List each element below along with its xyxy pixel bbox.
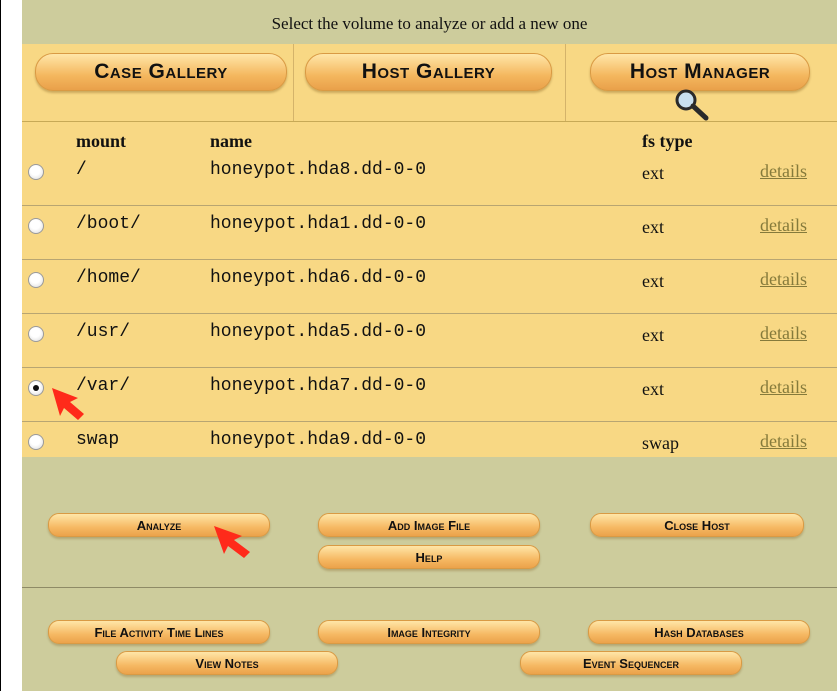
volume-name: honeypot.hda1.dd-0-0 xyxy=(210,214,427,234)
magnifier-icon[interactable] xyxy=(672,88,712,122)
close-host-button[interactable]: Close Host xyxy=(590,513,804,537)
volume-name: honeypot.hda6.dd-0-0 xyxy=(210,268,427,288)
volume-name: honeypot.hda7.dd-0-0 xyxy=(210,376,427,396)
volume-details-link[interactable]: details xyxy=(760,215,807,236)
row-divider xyxy=(22,367,837,368)
volume-radio[interactable] xyxy=(28,164,44,180)
volume-fs-type: ext xyxy=(642,379,664,399)
column-header-fs-type: fs type xyxy=(642,131,693,151)
host-manager-button[interactable]: Host Manager xyxy=(590,53,810,91)
volume-fs-type: ext xyxy=(642,217,664,237)
row-divider xyxy=(22,313,837,314)
host-gallery-button[interactable]: Host Gallery xyxy=(305,53,552,91)
column-header-mount: mount xyxy=(76,131,127,151)
volume-fs-type: ext xyxy=(642,271,664,291)
volume-details-link[interactable]: details xyxy=(760,269,807,290)
column-header-name: name xyxy=(210,131,252,151)
volume-name: honeypot.hda9.dd-0-0 xyxy=(210,430,427,450)
volume-details-link[interactable]: details xyxy=(760,323,807,344)
section-divider xyxy=(22,587,837,588)
volume-mount: swap xyxy=(76,430,120,450)
event-sequencer-button[interactable]: Event Sequencer xyxy=(520,651,742,675)
volume-table xyxy=(22,122,837,457)
volume-radio[interactable] xyxy=(28,434,44,450)
volume-fs-type: ext xyxy=(642,325,664,345)
volume-radio[interactable] xyxy=(28,272,44,288)
volume-mount: /usr/ xyxy=(76,322,131,342)
case-gallery-button[interactable]: Case Gallery xyxy=(35,53,287,91)
gallery-divider xyxy=(293,44,294,121)
view-notes-button[interactable]: View Notes xyxy=(116,651,338,675)
volume-fs-type: swap xyxy=(642,433,679,453)
volume-name: honeypot.hda8.dd-0-0 xyxy=(210,160,427,180)
row-divider xyxy=(22,421,837,422)
row-divider xyxy=(22,259,837,260)
volume-details-link[interactable]: details xyxy=(760,161,807,182)
volume-name: honeypot.hda5.dd-0-0 xyxy=(210,322,427,342)
pointer-arrow-icon xyxy=(52,388,84,420)
gallery-divider xyxy=(565,44,566,121)
pointer-arrow-icon xyxy=(214,526,250,558)
volume-mount: / xyxy=(76,160,87,180)
file-activity-timelines-button[interactable]: File Activity Time Lines xyxy=(48,620,270,644)
add-image-file-button[interactable]: Add Image File xyxy=(318,513,540,537)
help-button[interactable]: Help xyxy=(318,545,540,569)
image-integrity-button[interactable]: Image Integrity xyxy=(318,620,540,644)
volume-mount: /home/ xyxy=(76,268,141,288)
volume-details-link[interactable]: details xyxy=(760,431,807,452)
row-divider xyxy=(22,205,837,206)
hash-databases-button[interactable]: Hash Databases xyxy=(588,620,810,644)
volume-details-link[interactable]: details xyxy=(760,377,807,398)
volume-fs-type: ext xyxy=(642,163,664,183)
page-title: Select the volume to analyze or add a ne… xyxy=(271,14,588,33)
volume-radio[interactable] xyxy=(28,326,44,342)
volume-radio[interactable] xyxy=(28,218,44,234)
volume-radio-selected[interactable] xyxy=(28,380,44,396)
volume-mount: /boot/ xyxy=(76,214,141,234)
